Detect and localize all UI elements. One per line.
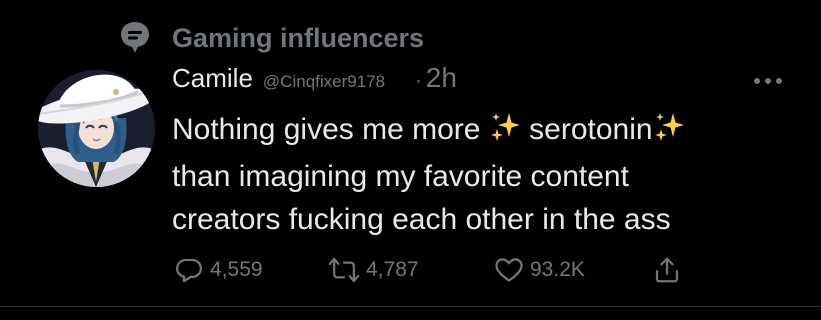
- sparkles-icon: [653, 111, 685, 155]
- tweet-text-segment: serotonin: [520, 113, 653, 146]
- share-icon: [655, 257, 679, 283]
- heart-icon: [495, 258, 523, 282]
- community-name[interactable]: Gaming influencers: [172, 23, 424, 54]
- avatar[interactable]: [38, 70, 155, 187]
- tweet-header: Camile @Cinqfixer9178 · 2h: [172, 62, 457, 102]
- reply-icon: [176, 258, 202, 283]
- separator-dot: ·: [415, 70, 422, 92]
- reply-button[interactable]: 4,559: [174, 250, 263, 290]
- sparkles-icon: [489, 111, 521, 155]
- community-chat-icon: [118, 20, 152, 56]
- more-button[interactable]: [748, 70, 788, 92]
- tweet-text-segment: Nothing gives me more: [172, 113, 489, 146]
- like-button[interactable]: 93.2K: [494, 250, 585, 290]
- reply-count: 4,559: [210, 258, 263, 281]
- retweet-icon: [328, 257, 360, 283]
- tweet-line-3: creators fucking each other in the ass: [172, 203, 671, 236]
- more-icon: [754, 78, 782, 84]
- tweet-card[interactable]: Gaming influencers Camile @Cinqfixer9178…: [0, 0, 821, 320]
- tweet-text: Nothing gives me more serotonin than ima…: [172, 108, 792, 241]
- community-context[interactable]: Gaming influencers: [118, 18, 424, 58]
- tweet-actions: 4,559 4,787 93.2K: [174, 250, 714, 290]
- anime-character-avatar: [38, 70, 155, 187]
- retweet-button[interactable]: 4,787: [328, 250, 419, 290]
- retweet-count: 4,787: [366, 258, 419, 281]
- timestamp[interactable]: 2h: [426, 62, 457, 94]
- tweet-line-1: Nothing gives me more serotonin: [172, 108, 792, 155]
- like-count: 93.2K: [530, 258, 585, 281]
- divider: [0, 306, 821, 307]
- user-handle[interactable]: @Cinqfixer9178: [263, 72, 385, 92]
- share-button[interactable]: [652, 250, 682, 290]
- display-name[interactable]: Camile: [172, 63, 253, 94]
- tweet-line-2: than imagining my favorite content: [172, 160, 629, 193]
